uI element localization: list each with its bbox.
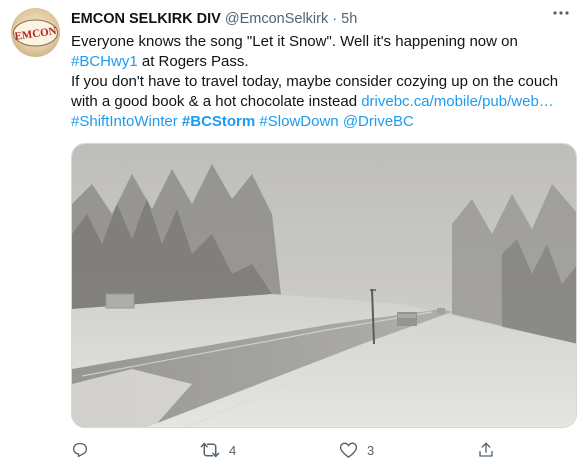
hashtag-shiftintowinter[interactable]: #ShiftIntoWinter	[71, 113, 178, 130]
tweet-line-4-text: with a good book & a hot chocolate inste…	[71, 93, 362, 110]
tweet-line-1: Everyone knows the song "Let it Snow". W…	[71, 33, 518, 50]
separator-dot: ·	[332, 11, 338, 27]
hashtag-bcstorm[interactable]: #BCStorm	[182, 113, 255, 130]
drivebc-link[interactable]: drivebc.ca/mobile/pub/web…	[361, 93, 554, 110]
tweet-line-2-text: at Rogers Pass.	[137, 53, 249, 70]
tweet-line-5: #ShiftIntoWinter #BCStorm #SlowDown @Dri…	[71, 112, 576, 132]
tweet-line-2: #BCHwy1 at Rogers Pass.	[71, 52, 576, 72]
retweet-count: 4	[229, 442, 237, 458]
share-icon	[479, 442, 493, 457]
emcon-logo-icon: EMCON	[13, 19, 58, 47]
mention-drivebc[interactable]: @DriveBC	[343, 113, 414, 130]
hashtag-slowdown[interactable]: #SlowDown	[259, 113, 338, 130]
avatar[interactable]: EMCON	[11, 8, 60, 57]
reply-button[interactable]	[71, 438, 98, 462]
tweet-time[interactable]: 5h	[341, 11, 357, 27]
reply-icon	[72, 442, 88, 458]
retweet-button[interactable]: 4	[200, 438, 236, 462]
more-button[interactable]	[550, 6, 572, 20]
share-button[interactable]	[477, 438, 495, 462]
tweet-actions: 4 3	[71, 438, 577, 462]
tweet-line-3: If you don't have to travel today, maybe…	[71, 73, 559, 90]
retweet-icon	[200, 442, 220, 458]
like-count: 3	[367, 442, 375, 458]
author-name[interactable]: EMCON SELKIRK DIV	[71, 11, 221, 27]
like-button[interactable]: 3	[339, 438, 374, 462]
tweet-photo[interactable]	[71, 143, 577, 428]
author-handle[interactable]: @EmconSelkirk	[225, 11, 328, 27]
tweet-text: Everyone knows the song "Let it Snow". W…	[71, 32, 576, 132]
more-icon	[553, 11, 569, 15]
like-icon	[339, 442, 358, 458]
hashtag-bchwy1[interactable]: #BCHwy1	[71, 53, 138, 70]
snowy-highway-image	[72, 144, 576, 427]
tweet-line-4: with a good book & a hot chocolate inste…	[71, 92, 576, 112]
tweet-header: EMCON SELKIRK DIV @EmconSelkirk · 5h	[71, 9, 576, 29]
